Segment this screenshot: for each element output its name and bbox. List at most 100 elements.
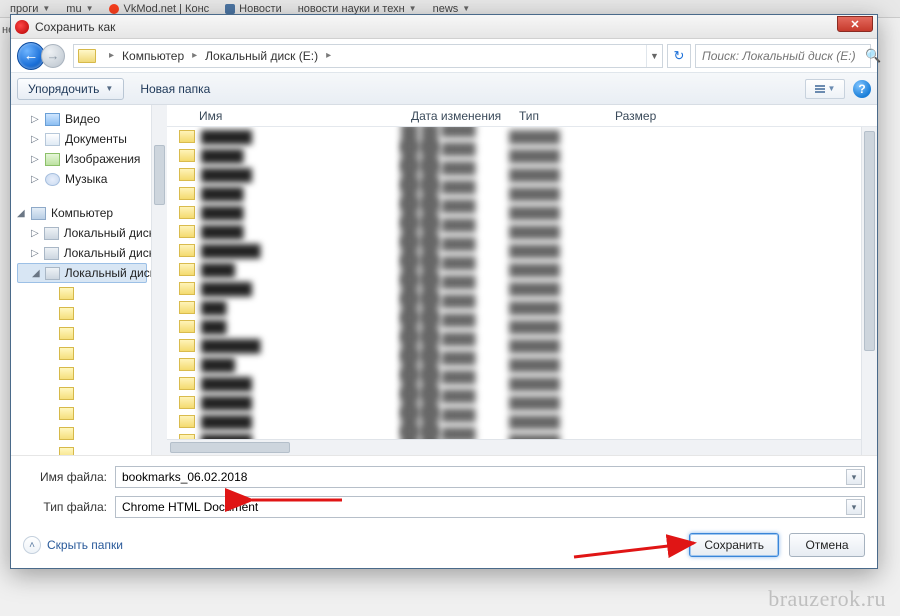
tree-node-icon bbox=[31, 207, 46, 220]
refresh-button[interactable]: ↻ bbox=[667, 44, 691, 68]
file-row[interactable]: ████ ██.██.████ ██:██ ██████ bbox=[167, 355, 877, 374]
filetype-label: Тип файла: bbox=[23, 500, 115, 514]
file-row[interactable]: ██████ ██.██.████ ██:██ ██████ bbox=[167, 279, 877, 298]
tree-item[interactable]: ▷ Музыка bbox=[17, 169, 165, 189]
filename-label: Имя файла: bbox=[23, 470, 115, 484]
scrollbar-thumb[interactable] bbox=[154, 145, 165, 205]
view-mode-button[interactable]: ▼ bbox=[805, 79, 845, 99]
tree-twisty-icon[interactable]: ◢ bbox=[17, 208, 26, 219]
breadcrumb-path[interactable]: Локальный диск (E:) bbox=[204, 49, 319, 63]
tree-node-icon bbox=[59, 307, 74, 320]
folder-icon bbox=[179, 130, 195, 143]
folder-icon bbox=[179, 282, 195, 295]
tree-label: Изображения bbox=[65, 152, 140, 166]
tree-item[interactable]: ◢ Компьютер bbox=[17, 203, 165, 223]
file-row[interactable]: ██████ ██.██.████ ██:██ ██████ bbox=[167, 127, 877, 146]
file-row[interactable]: ██████ ██.██.████ ██:██ ██████ bbox=[167, 374, 877, 393]
tree-item[interactable] bbox=[17, 443, 165, 455]
col-type[interactable]: Тип bbox=[509, 109, 605, 123]
file-row[interactable]: ███ ██.██.████ ██:██ ██████ bbox=[167, 298, 877, 317]
file-row[interactable]: ███ ██.██.████ ██:██ ██████ bbox=[167, 317, 877, 336]
filename-history-dropdown[interactable]: ▾ bbox=[846, 469, 862, 485]
breadcrumb-root[interactable]: Компьютер bbox=[121, 49, 185, 63]
tree-node-icon bbox=[45, 133, 60, 146]
filetype-select[interactable] bbox=[115, 496, 865, 518]
folder-icon bbox=[179, 168, 195, 181]
tree-scrollbar[interactable] bbox=[151, 105, 167, 455]
new-folder-button[interactable]: Новая папка bbox=[132, 80, 218, 98]
col-size[interactable]: Размер bbox=[605, 109, 685, 123]
tree-twisty-icon[interactable]: ▷ bbox=[31, 228, 39, 239]
history-dropdown[interactable]: ▼ bbox=[646, 45, 662, 67]
file-row[interactable]: ██████ ██.██.████ ██:██ ██████ bbox=[167, 393, 877, 412]
cancel-button[interactable]: Отмена bbox=[789, 533, 865, 557]
list-scrollbar-vertical[interactable] bbox=[861, 127, 877, 455]
file-row[interactable]: ██████ ██.██.████ ██:██ ██████ bbox=[167, 165, 877, 184]
navigation-tree[interactable]: ▷Видео▷Документы▷Изображения▷Музыка◢Комп… bbox=[11, 105, 167, 455]
tree-twisty-icon[interactable]: ▷ bbox=[31, 248, 39, 259]
tree-item[interactable]: ▷ Видео bbox=[17, 109, 165, 129]
chevron-right-icon[interactable]: ▸ bbox=[102, 50, 121, 61]
file-row[interactable]: █████ ██.██.████ ██:██ ██████ bbox=[167, 222, 877, 241]
help-button[interactable]: ? bbox=[853, 80, 871, 98]
search-input[interactable] bbox=[696, 49, 865, 63]
file-row[interactable]: ██████ ██.██.████ ██:██ ██████ bbox=[167, 412, 877, 431]
organize-button[interactable]: Упорядочить▼ bbox=[17, 78, 124, 100]
filetype-dropdown[interactable]: ▾ bbox=[846, 499, 862, 515]
tree-item[interactable]: ◢Локальный диск (E:) bbox=[17, 263, 147, 283]
watermark: brauzerok.ru bbox=[768, 586, 886, 612]
close-button[interactable]: ✕ bbox=[837, 16, 873, 32]
scrollbar-thumb[interactable] bbox=[864, 131, 875, 351]
file-row[interactable]: █████ ██.██.████ ██:██ ██████ bbox=[167, 203, 877, 222]
file-row[interactable]: ███████ ██.██.████ ██:██ ██████ bbox=[167, 336, 877, 355]
nav-forward-button[interactable]: → bbox=[41, 44, 65, 68]
tree-label: Компьютер bbox=[51, 206, 113, 220]
file-row[interactable]: ███████ ██.██.████ ██:██ ██████ bbox=[167, 241, 877, 260]
list-scrollbar-horizontal[interactable] bbox=[167, 439, 861, 455]
filename-input[interactable] bbox=[115, 466, 865, 488]
col-name[interactable]: Имя bbox=[189, 109, 401, 123]
file-row[interactable]: █████ ██.██.████ ██:██ ██████ bbox=[167, 146, 877, 165]
nav-row: ← → ▸ Компьютер ▸ Локальный диск (E:) ▸ … bbox=[11, 39, 877, 73]
file-list[interactable]: Имя Дата изменения Тип Размер ██████ ██.… bbox=[167, 105, 877, 455]
tree-item[interactable] bbox=[17, 283, 165, 303]
tree-item[interactable] bbox=[17, 383, 165, 403]
tree-node-icon bbox=[59, 347, 74, 360]
tree-label: Видео bbox=[65, 112, 100, 126]
tree-item[interactable]: ▷Локальный диск (C:) bbox=[17, 223, 165, 243]
tree-twisty-icon[interactable]: ▷ bbox=[31, 174, 40, 185]
tree-item[interactable]: ▷Локальный диск (D:) bbox=[17, 243, 165, 263]
search-icon[interactable]: 🔍 bbox=[865, 48, 881, 64]
column-headers[interactable]: Имя Дата изменения Тип Размер bbox=[167, 105, 877, 127]
col-date[interactable]: Дата изменения bbox=[401, 109, 509, 123]
tree-node-icon bbox=[44, 247, 59, 260]
search-box[interactable]: 🔍 bbox=[695, 44, 871, 68]
titlebar[interactable]: Сохранить как ✕ bbox=[11, 15, 877, 39]
tree-item[interactable] bbox=[17, 403, 165, 423]
tree-twisty-icon[interactable]: ▷ bbox=[31, 134, 40, 145]
tree-twisty-icon[interactable]: ▷ bbox=[31, 154, 40, 165]
file-row[interactable]: █████ ██.██.████ ██:██ ██████ bbox=[167, 184, 877, 203]
tree-item[interactable] bbox=[17, 363, 165, 383]
hide-folders-link[interactable]: ˄ Скрыть папки bbox=[23, 536, 123, 554]
tree-item[interactable] bbox=[17, 303, 165, 323]
tree-item[interactable]: ▷Документы bbox=[17, 129, 165, 149]
tree-twisty-icon[interactable]: ▷ bbox=[31, 114, 40, 125]
tree-label: Музыка bbox=[65, 172, 107, 186]
scrollbar-thumb[interactable] bbox=[170, 442, 290, 453]
file-row[interactable]: ████ ██.██.████ ██:██ ██████ bbox=[167, 260, 877, 279]
chevron-right-icon[interactable]: ▸ bbox=[185, 50, 204, 61]
tree-item[interactable] bbox=[17, 343, 165, 363]
tree-item[interactable]: ▷ Изображения bbox=[17, 149, 165, 169]
tree-item[interactable] bbox=[17, 323, 165, 343]
tree-label bbox=[79, 306, 106, 320]
tree-item[interactable] bbox=[17, 423, 165, 443]
dialog-footer: ˄ Скрыть папки Сохранить Отмена bbox=[11, 522, 877, 568]
address-breadcrumb[interactable]: ▸ Компьютер ▸ Локальный диск (E:) ▸ ▼ bbox=[73, 44, 663, 68]
folder-icon bbox=[179, 225, 195, 238]
toolbar: Упорядочить▼ Новая папка ▼ ? bbox=[11, 73, 877, 105]
tree-label bbox=[79, 386, 112, 400]
tree-twisty-icon[interactable]: ◢ bbox=[32, 268, 40, 279]
save-button[interactable]: Сохранить bbox=[689, 533, 779, 557]
chevron-right-icon[interactable]: ▸ bbox=[319, 50, 338, 61]
